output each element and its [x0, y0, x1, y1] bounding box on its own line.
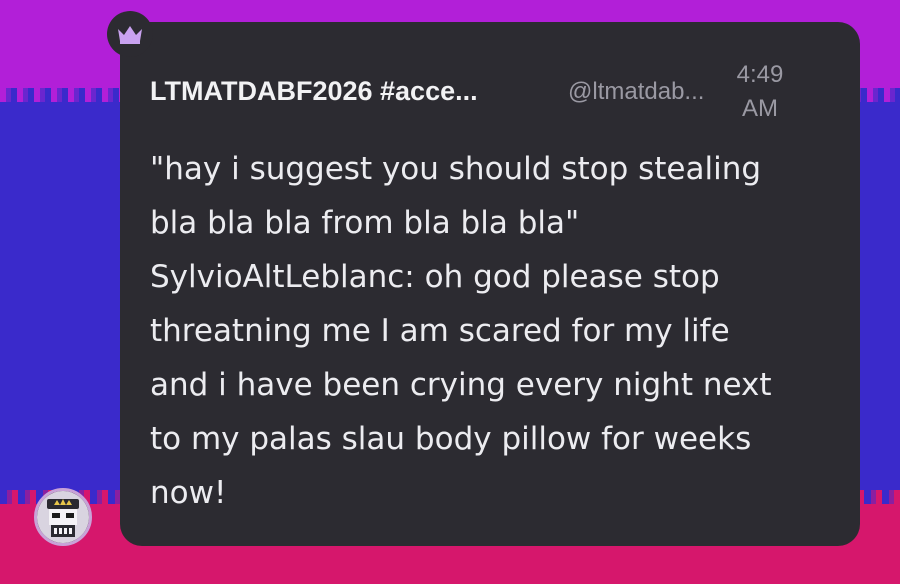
message-line: threatning me I am scared for my life	[150, 313, 730, 349]
message-line: to my palas slau body pillow for weeks	[150, 421, 752, 457]
message-line: now!	[150, 475, 227, 511]
message-line: SylvioAltLeblanc: oh god please stop	[150, 259, 720, 295]
message-line: bla bla bla from bla bla bla"	[150, 205, 580, 241]
crown-badge	[107, 11, 153, 57]
message-header: LTMATDABF2026 #acce... @ltmatdab... 4:49…	[150, 61, 850, 134]
message-line: "hay i suggest you should stop stealing	[150, 151, 762, 187]
screen: LTMATDABF2026 #acce... @ltmatdab... 4:49…	[0, 0, 900, 584]
message-text: "hay i suggest you should stop stealing …	[150, 142, 830, 520]
crown-icon	[118, 26, 142, 44]
timestamp-period: AM	[742, 95, 778, 122]
message-line: and i have been crying every night next	[150, 367, 772, 403]
avatar-image	[37, 491, 89, 543]
author-avatar[interactable]	[34, 488, 92, 546]
author-display-name[interactable]: LTMATDABF2026 #acce...	[150, 76, 478, 107]
timestamp-time: 4:49	[736, 61, 784, 88]
message-timestamp: 4:49 AM	[730, 58, 790, 126]
author-handle[interactable]: @ltmatdab...	[568, 78, 704, 106]
